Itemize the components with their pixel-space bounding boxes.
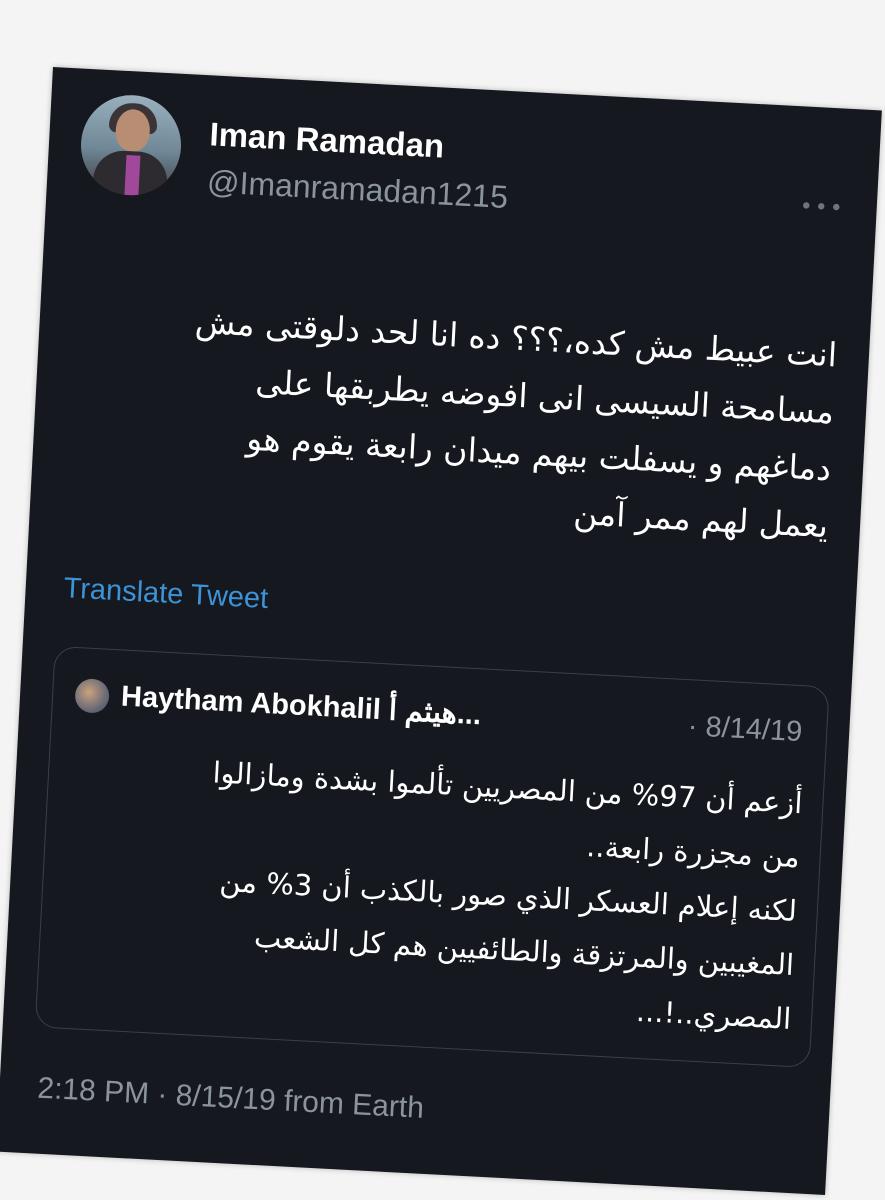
tweet-content: Iman Ramadan @Imanramadan1215 ••• انت عب… <box>24 86 863 1194</box>
quoted-author-avatar[interactable] <box>74 678 110 714</box>
quoted-tweet-date: · 8/14/19 <box>687 710 804 749</box>
avatar-accent <box>124 154 141 196</box>
author-display-name[interactable]: Iman Ramadan <box>209 115 445 165</box>
more-dots-icon[interactable]: ••• <box>799 194 845 221</box>
quoted-author-name[interactable]: Haytham Abokhalil هيثم أ... <box>120 678 482 732</box>
tweet-card[interactable]: Iman Ramadan @Imanramadan1215 ••• انت عب… <box>0 67 882 1195</box>
avatar-face <box>114 108 151 153</box>
translate-tweet-link[interactable]: Translate Tweet <box>63 572 269 616</box>
author-handle[interactable]: @Imanramadan1215 <box>206 163 509 216</box>
author-avatar[interactable] <box>78 92 184 198</box>
quoted-tweet[interactable]: Haytham Abokhalil هيثم أ... · 8/14/19 أز… <box>34 645 830 1068</box>
quoted-tweet-text: أزعم أن 97% من المصريين تألموا بشدة وماز… <box>55 738 804 1046</box>
screenshot-stage: Iman Ramadan @Imanramadan1215 ••• انت عب… <box>0 0 885 1200</box>
tweet-timestamp[interactable]: 2:18 PM · 8/15/19 from Earth <box>37 1072 425 1126</box>
tweet-text: انت عبيط مش كده،؟؟؟ ده انا لحد دلوقتى مش… <box>68 287 839 554</box>
